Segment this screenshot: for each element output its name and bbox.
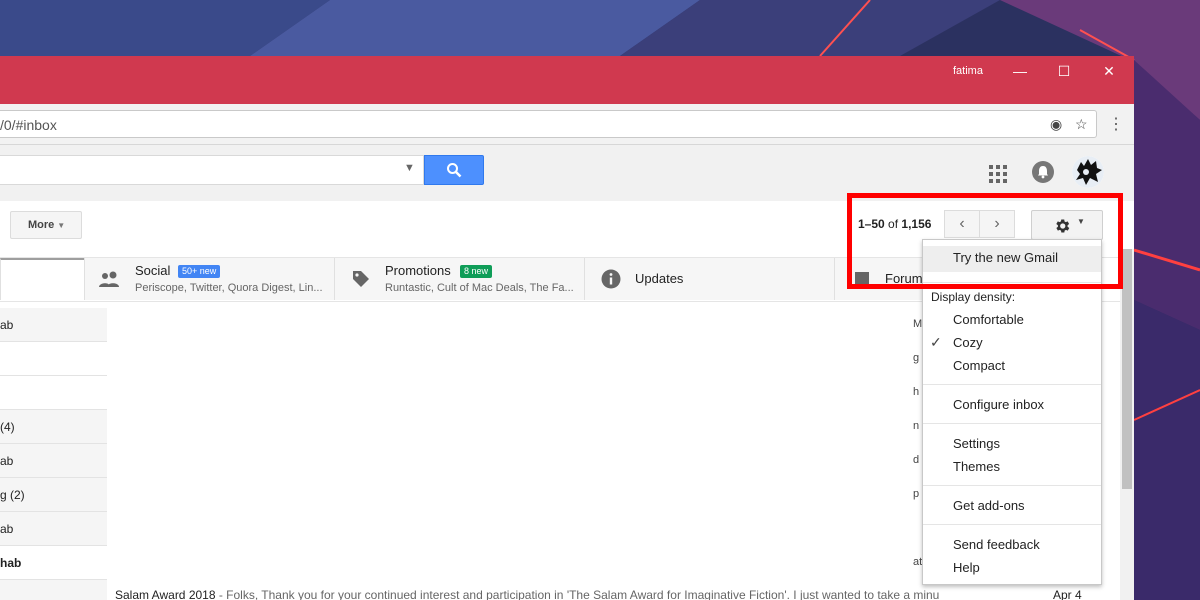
tab-promotions[interactable]: Promotions 8 new Runtastic, Cult of Mac … — [334, 258, 584, 300]
list-item-fragment: p — [913, 488, 920, 500]
check-icon: ✓ — [930, 334, 942, 350]
tab-social[interactable]: Social 50+ new Periscope, Twitter, Quora… — [84, 258, 334, 300]
inbox-list-main — [107, 315, 917, 600]
list-item-fragment: at — [913, 556, 923, 568]
tab-social-senders: Periscope, Twitter, Quora Digest, Lin... — [135, 282, 323, 294]
themes-item[interactable]: Themes — [953, 459, 1000, 474]
get-addons-item[interactable]: Get add-ons — [953, 498, 1025, 513]
annotation-highlight-box — [847, 193, 1123, 289]
browser-menu-icon[interactable]: ⋮ — [1108, 114, 1124, 134]
people-icon — [99, 271, 119, 287]
send-feedback-item[interactable]: Send feedback — [953, 537, 1040, 552]
tab-updates[interactable]: Updates — [584, 258, 834, 300]
list-item-fragment: M — [913, 318, 923, 330]
email-date: Apr 4 — [1053, 588, 1082, 600]
menu-divider — [923, 485, 1101, 486]
eye-icon[interactable]: ◉ — [1050, 116, 1062, 133]
list-item[interactable]: ab — [0, 308, 107, 342]
browser-toolbar: /0/#inbox ◉ ☆ ⋮ — [0, 104, 1134, 145]
inbox-list-left: ab (4) ab g (2) ab hab — [0, 308, 107, 600]
tag-icon — [353, 271, 369, 287]
density-comfortable[interactable]: Comfortable — [953, 312, 1024, 327]
tab-updates-label: Updates — [635, 271, 684, 286]
table-row[interactable]: Salam Award 2018 - Folks, Thank you for … — [115, 588, 939, 600]
settings-item[interactable]: Settings — [953, 436, 1000, 451]
chevron-down-icon: ▼ — [57, 221, 66, 230]
menu-divider — [923, 384, 1101, 385]
bell-icon — [1038, 166, 1048, 179]
close-button[interactable]: ✕ — [1089, 58, 1129, 84]
info-icon — [601, 269, 621, 289]
list-item[interactable]: g (2) — [0, 478, 107, 512]
menu-divider — [923, 524, 1101, 525]
tab-primary[interactable] — [0, 258, 84, 300]
email-sender: Salam Award 2018 — [115, 588, 216, 600]
more-button-label: More — [28, 219, 55, 231]
menu-divider — [923, 423, 1101, 424]
list-item[interactable]: (4) — [0, 410, 107, 444]
apps-grid-icon[interactable] — [989, 165, 1007, 183]
profile-name[interactable]: fatima — [953, 65, 983, 77]
tab-promotions-senders: Runtastic, Cult of Mac Deals, The Fa... — [385, 282, 574, 294]
notifications-bell-icon[interactable] — [1032, 161, 1054, 183]
density-compact[interactable]: Compact — [953, 358, 1005, 373]
list-item[interactable] — [0, 580, 107, 600]
help-item[interactable]: Help — [953, 560, 980, 575]
title-bar: fatima — ☐ ✕ — [0, 56, 1134, 104]
list-item[interactable] — [0, 376, 107, 410]
list-item-fragment: h — [913, 386, 920, 398]
avatar-image — [1072, 156, 1104, 188]
avatar[interactable] — [1072, 156, 1104, 188]
search-button[interactable] — [424, 155, 484, 185]
list-item-fragment: g — [913, 352, 920, 364]
list-item[interactable]: ab — [0, 512, 107, 546]
address-bar[interactable]: /0/#inbox ◉ ☆ — [0, 110, 1097, 138]
email-snippet: - Folks, Thank you for your continued in… — [215, 588, 940, 600]
scrollbar-thumb[interactable] — [1122, 249, 1132, 489]
more-button[interactable]: More ▼ — [10, 211, 82, 239]
minimize-button[interactable]: — — [1000, 58, 1040, 84]
list-item-fragment: d — [913, 454, 920, 466]
settings-menu: Try the new Gmail Display density: Comfo… — [922, 239, 1102, 585]
list-item[interactable]: hab — [0, 546, 107, 580]
search-input[interactable]: ▼ — [0, 155, 424, 185]
density-label: Display density: — [931, 290, 1016, 304]
tab-social-badge: 50+ new — [178, 265, 221, 278]
tab-promotions-badge: 8 new — [460, 265, 493, 278]
maximize-button[interactable]: ☐ — [1044, 58, 1084, 84]
list-item[interactable]: ab — [0, 444, 107, 478]
search-icon — [447, 163, 462, 178]
configure-inbox-item[interactable]: Configure inbox — [953, 397, 1044, 412]
density-cozy[interactable]: Cozy — [953, 335, 983, 350]
url-text[interactable]: /0/#inbox — [0, 117, 57, 133]
tab-social-label: Social — [135, 263, 171, 278]
tab-promotions-label: Promotions — [385, 263, 451, 278]
list-item[interactable] — [0, 342, 107, 376]
search-options-icon[interactable]: ▼ — [404, 162, 415, 174]
star-icon[interactable]: ☆ — [1075, 116, 1088, 133]
